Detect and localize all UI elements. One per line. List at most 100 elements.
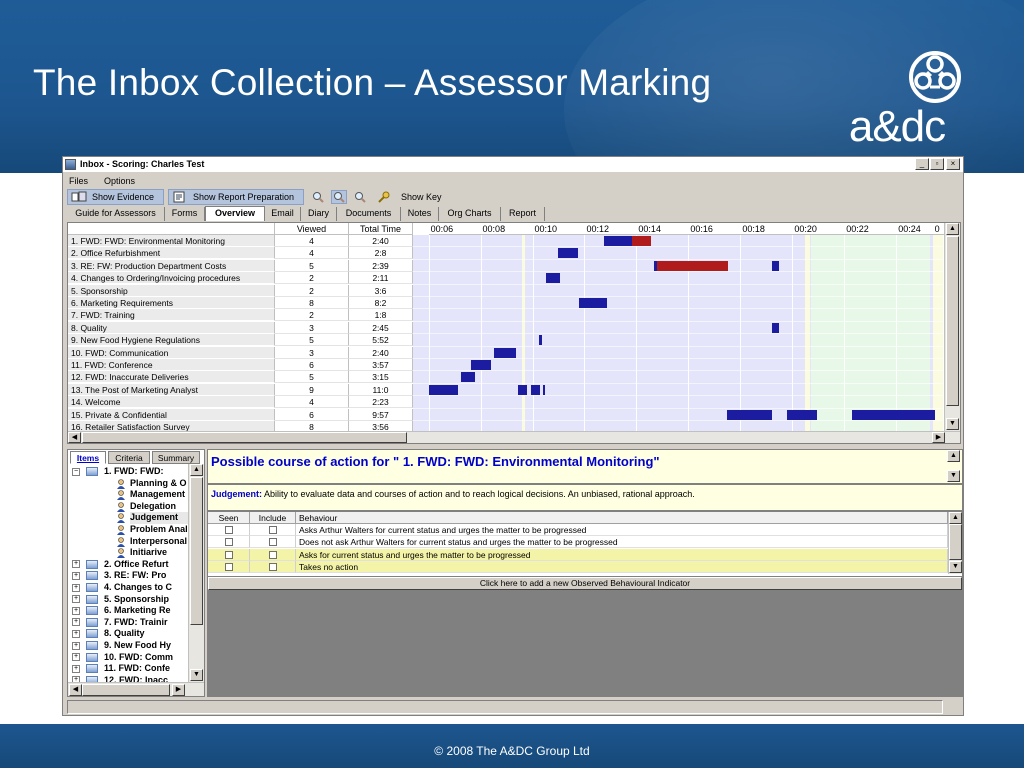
tab-notes[interactable]: Notes [401, 207, 439, 221]
grid-horizontal-scrollbar[interactable]: ◀ ▶ [68, 431, 960, 443]
tree-scroll-down-icon[interactable]: ▼ [190, 669, 203, 681]
tree-item-exercise[interactable]: 4. Changes to C [104, 582, 188, 594]
tab-criteria[interactable]: Criteria [108, 451, 150, 464]
scroll-down-icon[interactable]: ▼ [946, 418, 959, 430]
expand-icon[interactable]: + [72, 583, 80, 592]
grid-row[interactable]: 9. New Food Hygiene Regulations 5 5:52 [68, 334, 413, 347]
tree-scroll-left-icon[interactable]: ◀ [69, 684, 82, 696]
tree-item-competency[interactable]: Interpersonal [130, 536, 188, 548]
grid-row[interactable]: 13. The Post of Marketing Analyst 9 11:0 [68, 383, 413, 396]
tree-scroll-thumb[interactable] [190, 477, 203, 625]
grid-header-viewed[interactable]: Viewed [275, 223, 349, 235]
tree-item-exercise[interactable]: 1. FWD: FWD: [104, 466, 188, 478]
scroll-right-icon[interactable]: ▶ [932, 432, 945, 443]
seen-checkbox[interactable] [225, 538, 233, 547]
hscroll-thumb[interactable] [82, 432, 407, 443]
include-checkbox[interactable] [269, 562, 277, 571]
grid-row[interactable]: 15. Private & Confidential 6 9:57 [68, 408, 413, 421]
grid-row[interactable]: 3. RE: FW: Production Department Costs 5 2… [68, 259, 413, 272]
expand-icon[interactable]: + [72, 571, 80, 580]
grid-row[interactable]: 10. FWD: Communication 3 2:40 [68, 346, 413, 359]
expand-icon[interactable]: + [72, 629, 80, 638]
expand-icon[interactable]: + [72, 606, 80, 615]
expand-icon[interactable]: + [72, 560, 80, 569]
tab-items[interactable]: Items [70, 451, 106, 464]
heading-scroll-up-icon[interactable]: ▲ [947, 450, 960, 462]
close-button[interactable]: × [946, 158, 960, 170]
tree-item-exercise[interactable]: 5. Sponsorship [104, 594, 188, 606]
behaviour-scroll-down-icon[interactable]: ▼ [949, 561, 962, 573]
tree-item-competency[interactable]: Management [130, 489, 188, 501]
tab-org-charts[interactable]: Org Charts [439, 207, 501, 221]
tree-hscroll-thumb[interactable] [82, 684, 170, 696]
tree-item-exercise[interactable]: 2. Office Refurt [104, 559, 188, 571]
scroll-thumb[interactable] [946, 236, 959, 406]
key-icon[interactable] [377, 191, 391, 203]
grid-vertical-scrollbar[interactable]: ▲ ▼ [944, 223, 960, 431]
behaviour-row[interactable]: Takes no action [208, 560, 948, 573]
behaviour-row[interactable]: Asks for current status and urges the ma… [208, 548, 948, 561]
grid-row[interactable]: 6. Marketing Requirements 8 8:2 [68, 297, 413, 309]
include-checkbox[interactable] [269, 550, 277, 559]
behaviour-row[interactable]: Does not ask Arthur Walters for current … [208, 536, 948, 549]
tree-item-exercise[interactable]: 9. New Food Hy [104, 640, 188, 652]
behaviour-scrollbar[interactable]: ▲ ▼ [948, 512, 962, 574]
tree-scroll-right-icon[interactable]: ▶ [172, 684, 185, 696]
expand-icon[interactable]: + [72, 664, 80, 673]
grid-row[interactable]: 11. FWD: Conference 6 3:57 [68, 359, 413, 371]
collapse-icon[interactable]: − [72, 467, 80, 476]
tree-item-competency[interactable]: Judgement [130, 512, 188, 524]
menu-files[interactable]: Files [69, 176, 88, 186]
heading-scroll-down-icon[interactable]: ▼ [947, 470, 960, 482]
tree-item-exercise[interactable]: 6. Marketing Re [104, 605, 188, 617]
zoom-out-icon[interactable] [353, 191, 367, 203]
add-behavioural-indicator-button[interactable]: Click here to add a new Observed Behavio… [208, 577, 962, 590]
tree-item-exercise[interactable]: 10. FWD: Comm [104, 652, 188, 664]
tab-diary[interactable]: Diary [301, 207, 337, 221]
tab-overview[interactable]: Overview [205, 206, 265, 221]
tab-documents[interactable]: Documents [337, 207, 401, 221]
magnifier-icon[interactable] [311, 191, 325, 203]
column-include[interactable]: Include [250, 512, 296, 524]
tab-guide-for-assessors[interactable]: Guide for Assessors [67, 207, 165, 221]
grid-row[interactable]: 5. Sponsorship 2 3:6 [68, 284, 413, 297]
show-evidence-button[interactable]: Show Evidence [67, 189, 164, 205]
tree-item-competency[interactable]: Problem Anal [130, 524, 188, 536]
tab-summary[interactable]: Summary [152, 451, 200, 464]
show-report-preparation-button[interactable]: Show Report Preparation [168, 189, 304, 205]
seen-checkbox[interactable] [225, 526, 233, 534]
grid-row[interactable]: 7. FWD: Training 2 1:8 [68, 309, 413, 322]
tree-item-exercise[interactable]: 7. FWD: Trainir [104, 617, 188, 629]
column-seen[interactable]: Seen [208, 512, 250, 524]
tree-item-exercise[interactable]: 11. FWD: Confe [104, 663, 188, 675]
tab-email[interactable]: Email [265, 207, 301, 221]
tab-forms[interactable]: Forms [165, 207, 205, 221]
tree-item-competency[interactable]: Planning & O [130, 478, 188, 490]
grid-row[interactable]: 12. FWD: Inaccurate Deliveries 5 3:15 [68, 371, 413, 384]
behaviour-row[interactable]: Asks Arthur Walters for current status a… [208, 524, 948, 536]
minimize-button[interactable]: _ [915, 158, 929, 170]
behaviour-scroll-thumb[interactable] [949, 524, 962, 560]
column-behaviour[interactable]: Behaviour [296, 512, 948, 524]
behaviour-scroll-up-icon[interactable]: ▲ [949, 512, 962, 524]
grid-row[interactable]: 4. Changes to Ordering/Invoicing procedu… [68, 272, 413, 285]
zoom-in-icon[interactable] [331, 190, 347, 204]
show-key-button[interactable]: Show Key [401, 192, 442, 202]
include-checkbox[interactable] [269, 526, 277, 534]
restore-button[interactable]: ▫ [930, 158, 944, 170]
tree-item-competency[interactable]: Initiarive [130, 547, 188, 559]
menu-options[interactable]: Options [104, 176, 135, 186]
expand-icon[interactable]: + [72, 653, 80, 662]
seen-checkbox[interactable] [225, 550, 233, 559]
tab-report[interactable]: Report [501, 207, 545, 221]
grid-row[interactable]: 2. Office Refurbishment 4 2:8 [68, 247, 413, 260]
tree-horizontal-scrollbar[interactable]: ◀ ▶ [68, 682, 204, 696]
seen-checkbox[interactable] [225, 562, 233, 571]
expand-icon[interactable]: + [72, 618, 80, 627]
tree-scroll-up-icon[interactable]: ▲ [190, 464, 203, 476]
tree-vertical-scrollbar[interactable]: ▲ ▼ [188, 464, 204, 682]
scroll-left-icon[interactable]: ◀ [68, 432, 81, 443]
grid-row[interactable]: 1. FWD: FWD: Environmental Monitoring 4 2:… [68, 235, 413, 247]
grid-row[interactable]: 14. Welcome 4 2:23 [68, 396, 413, 409]
tree-item-competency[interactable]: Delegation [130, 501, 188, 513]
